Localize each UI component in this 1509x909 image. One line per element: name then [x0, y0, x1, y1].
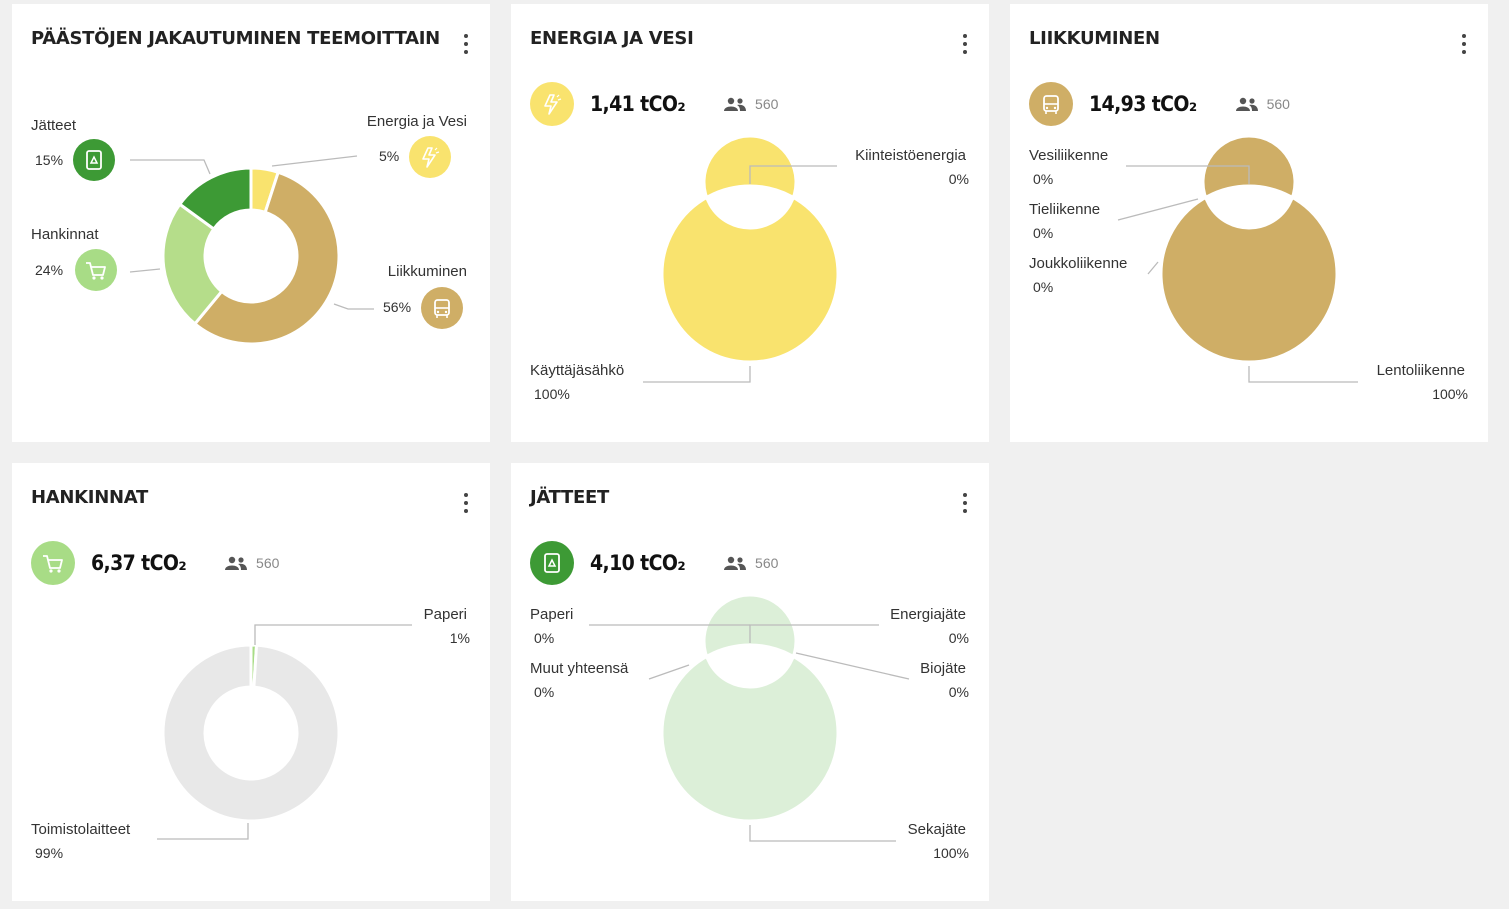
pct-tie: 0%: [1033, 225, 1053, 241]
leader-paperi: [254, 624, 412, 645]
label-toimisto: Toimistolaitteet: [31, 821, 131, 838]
label-muut: Muut yhteensä: [530, 660, 629, 677]
leader-sekajate: [749, 825, 896, 842]
label-jatteet: Jätteet: [31, 117, 77, 134]
label-paperi: Paperi: [424, 606, 467, 623]
pct-biojate: 0%: [949, 684, 969, 700]
pct-jatteet: 15%: [35, 152, 63, 168]
leader-energia: [271, 155, 358, 167]
label-biojate: Biojäte: [920, 660, 966, 677]
bus-icon: [421, 287, 463, 329]
recycle-icon: [73, 139, 115, 181]
label-joukko: Joukkoliikenne: [1029, 255, 1127, 272]
label-vesi: Vesiliikenne: [1029, 147, 1108, 164]
hankinnat-card: HANKINNAT 6,37 tCO₂ 560 Paperi 1% Toimis…: [12, 463, 490, 901]
label-liikkuminen: Liikkuminen: [388, 263, 467, 280]
pct-kayttaja: 100%: [534, 386, 570, 402]
label-paperi: Paperi: [530, 606, 573, 623]
cart-icon: [75, 249, 117, 291]
jatteet-card: JÄTTEET 4,10 tCO₂ 560 Paperi 0% Muut yht…: [511, 463, 989, 901]
pct-kiinteisto: 0%: [949, 171, 969, 187]
pct-energia: 5%: [379, 148, 399, 164]
pct-vesi: 0%: [1033, 171, 1053, 187]
slice-toimistolaitteet[interactable]: [161, 643, 341, 823]
label-energia: Energia ja Vesi: [367, 113, 467, 130]
pct-muut: 0%: [534, 684, 554, 700]
energia-donut-chart: Kiinteistöenergia 0% Käyttäjäsähkö 100%: [530, 134, 969, 402]
leader-jatteet: [130, 159, 211, 175]
energia-card: ENERGIA JA VESI 1,41 tCO₂ 560 Kiinteistö…: [511, 4, 989, 442]
jatteet-donut-chart: Paperi 0% Muut yhteensä 0% Energiajäte 0…: [530, 593, 969, 861]
label-sekajate: Sekajäte: [908, 821, 966, 838]
overview-donut-chart: Jätteet 15% Energia ja Vesi 5% Hankinnat…: [31, 113, 467, 346]
pct-hankinnat: 24%: [35, 262, 63, 278]
pct-lento: 100%: [1432, 386, 1468, 402]
hankinnat-donut-chart: Paperi 1% Toimistolaitteet 99%: [31, 606, 470, 861]
pct-energiajate: 0%: [949, 630, 969, 646]
liikkuminen-card: LIIKKUMINEN 14,93 tCO₂ 560 Vesiliikenne …: [1010, 4, 1488, 442]
pct-paperi: 1%: [450, 630, 470, 646]
pct-sekajate: 100%: [933, 845, 969, 861]
pct-liikkuminen: 56%: [383, 299, 411, 315]
leader-liikkuminen: [333, 303, 374, 310]
leader-joukko: [1147, 261, 1159, 275]
label-lento: Lentoliikenne: [1377, 362, 1465, 379]
leader-kayttaja: [643, 366, 751, 383]
label-tie: Tieliikenne: [1029, 201, 1100, 218]
pct-toimisto: 99%: [35, 845, 63, 861]
bolt-icon: [409, 136, 451, 178]
label-kiinteisto: Kiinteistöenergia: [855, 147, 967, 164]
label-hankinnat: Hankinnat: [31, 226, 99, 243]
label-energiajate: Energiajäte: [890, 606, 966, 623]
leader-hankinnat: [129, 268, 161, 273]
pct-joukko: 0%: [1033, 279, 1053, 295]
overview-card: PÄÄSTÖJEN JAKAUTUMINEN TEEMOITTAIN Jätte…: [12, 4, 490, 442]
leader-toimisto: [157, 823, 249, 840]
label-kayttaja: Käyttäjäsähkö: [530, 362, 624, 379]
leader-lento: [1248, 366, 1358, 383]
pct-paperi: 0%: [534, 630, 554, 646]
liikkuminen-donut-chart: Vesiliikenne 0% Tieliikenne 0% Joukkolii…: [1029, 134, 1468, 402]
